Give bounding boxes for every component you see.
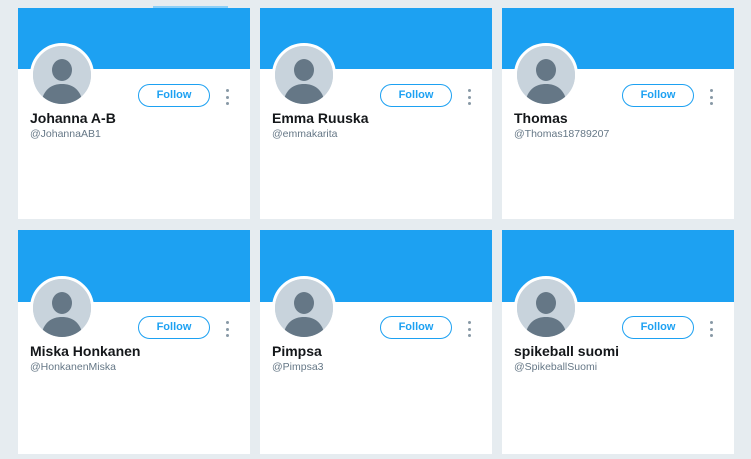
user-handle[interactable]: @HonkanenMiska xyxy=(30,361,116,373)
display-name[interactable]: Johanna A-B xyxy=(30,110,116,126)
follow-button[interactable]: Follow xyxy=(380,316,452,339)
default-user-silhouette-icon xyxy=(517,279,575,337)
user-card[interactable]: Follow Johanna A-B @JohannaAB1 xyxy=(18,8,250,219)
user-card-grid: Follow Johanna A-B @JohannaAB1 Follow Em… xyxy=(0,0,751,459)
avatar[interactable] xyxy=(272,276,336,340)
user-handle[interactable]: @emmakarita xyxy=(272,128,338,140)
user-handle[interactable]: @Pimpsa3 xyxy=(272,361,324,373)
user-card[interactable]: Follow Thomas @Thomas18789207 xyxy=(502,8,734,219)
avatar[interactable] xyxy=(30,43,94,107)
more-options-icon[interactable] xyxy=(706,321,716,337)
more-options-icon[interactable] xyxy=(464,89,474,105)
display-name[interactable]: Thomas xyxy=(514,110,568,126)
user-card[interactable]: Follow Pimpsa @Pimpsa3 xyxy=(260,230,492,454)
display-name[interactable]: Miska Honkanen xyxy=(30,343,140,359)
default-user-silhouette-icon xyxy=(275,46,333,104)
default-user-silhouette-icon xyxy=(275,279,333,337)
more-options-icon[interactable] xyxy=(222,321,232,337)
avatar[interactable] xyxy=(514,43,578,107)
display-name[interactable]: spikeball suomi xyxy=(514,343,619,359)
user-handle[interactable]: @Thomas18789207 xyxy=(514,128,609,140)
avatar[interactable] xyxy=(30,276,94,340)
default-user-silhouette-icon xyxy=(517,46,575,104)
display-name[interactable]: Pimpsa xyxy=(272,343,322,359)
more-options-icon[interactable] xyxy=(464,321,474,337)
avatar[interactable] xyxy=(272,43,336,107)
follow-button[interactable]: Follow xyxy=(622,316,694,339)
more-options-icon[interactable] xyxy=(706,89,716,105)
follow-button[interactable]: Follow xyxy=(138,84,210,107)
follow-button[interactable]: Follow xyxy=(380,84,452,107)
follow-button[interactable]: Follow xyxy=(622,84,694,107)
display-name[interactable]: Emma Ruuska xyxy=(272,110,368,126)
user-card[interactable]: Follow Emma Ruuska @emmakarita xyxy=(260,8,492,219)
default-user-silhouette-icon xyxy=(33,279,91,337)
avatar[interactable] xyxy=(514,276,578,340)
user-handle[interactable]: @SpikeballSuomi xyxy=(514,361,597,373)
more-options-icon[interactable] xyxy=(222,89,232,105)
user-handle[interactable]: @JohannaAB1 xyxy=(30,128,101,140)
user-card[interactable]: Follow Miska Honkanen @HonkanenMiska xyxy=(18,230,250,454)
user-card[interactable]: Follow spikeball suomi @SpikeballSuomi xyxy=(502,230,734,454)
default-user-silhouette-icon xyxy=(33,46,91,104)
follow-button[interactable]: Follow xyxy=(138,316,210,339)
